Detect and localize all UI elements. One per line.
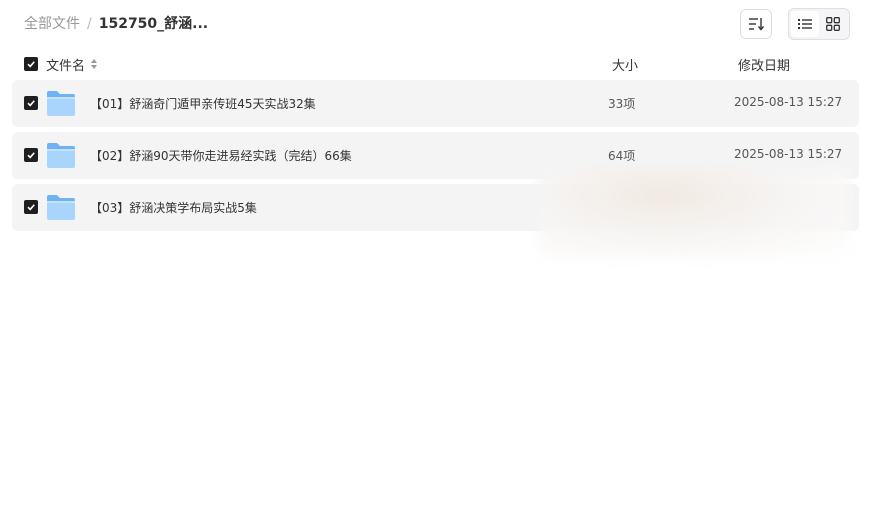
column-name-label: 文件名 [46, 59, 86, 74]
row-checkbox[interactable] [24, 96, 38, 110]
grid-view-button[interactable] [819, 11, 847, 37]
sort-icon [749, 18, 764, 31]
top-bar: 全部文件 / 152750_舒涵... [0, 0, 874, 48]
folder-icon [47, 143, 75, 168]
select-all-checkbox[interactable] [24, 57, 38, 71]
grid-view-icon [826, 17, 840, 31]
table-row[interactable]: 【01】舒涵奇门遁甲亲传班45天实战32集 33项 2025-08-13 15:… [12, 80, 859, 127]
row-size: 64项 [608, 149, 636, 163]
row-name[interactable]: 【02】舒涵90天带你走进易经实践（完结）66集 [90, 147, 352, 164]
row-checkbox[interactable] [24, 200, 38, 214]
check-icon [27, 100, 35, 107]
file-browser: 全部文件 / 152750_舒涵... 文件名 大小 修改日期 【01】舒涵奇门… [0, 0, 874, 514]
folder-icon [47, 195, 75, 220]
blurred-overlay [538, 168, 850, 258]
check-icon [27, 61, 35, 68]
row-modified: 2025-08-13 15:27 [734, 95, 843, 109]
column-header-name[interactable]: 文件名 [46, 55, 98, 74]
breadcrumb-separator: / [87, 16, 92, 32]
check-icon [27, 152, 35, 159]
column-header-modified[interactable]: 修改日期 [738, 55, 790, 74]
list-view-icon [798, 19, 812, 29]
column-header-size[interactable]: 大小 [612, 55, 638, 74]
row-checkbox[interactable] [24, 148, 38, 162]
row-name[interactable]: 【03】舒涵决策学布局实战5集 [90, 199, 257, 216]
row-name[interactable]: 【01】舒涵奇门遁甲亲传班45天实战32集 [90, 95, 316, 112]
row-modified: 2025-08-13 15:27 [734, 147, 843, 161]
breadcrumb-root[interactable]: 全部文件 [24, 15, 80, 33]
table-header: 文件名 大小 修改日期 [12, 52, 859, 76]
list-view-button[interactable] [791, 11, 819, 37]
breadcrumb-current: 152750_舒涵... [98, 16, 209, 32]
folder-icon [47, 91, 75, 116]
check-icon [27, 204, 35, 211]
row-size: 33项 [608, 97, 636, 111]
sort-arrows-icon [90, 58, 98, 71]
sort-button[interactable] [740, 9, 772, 39]
breadcrumb: 全部文件 / 152750_舒涵... [24, 15, 208, 33]
view-toggle [788, 8, 850, 40]
